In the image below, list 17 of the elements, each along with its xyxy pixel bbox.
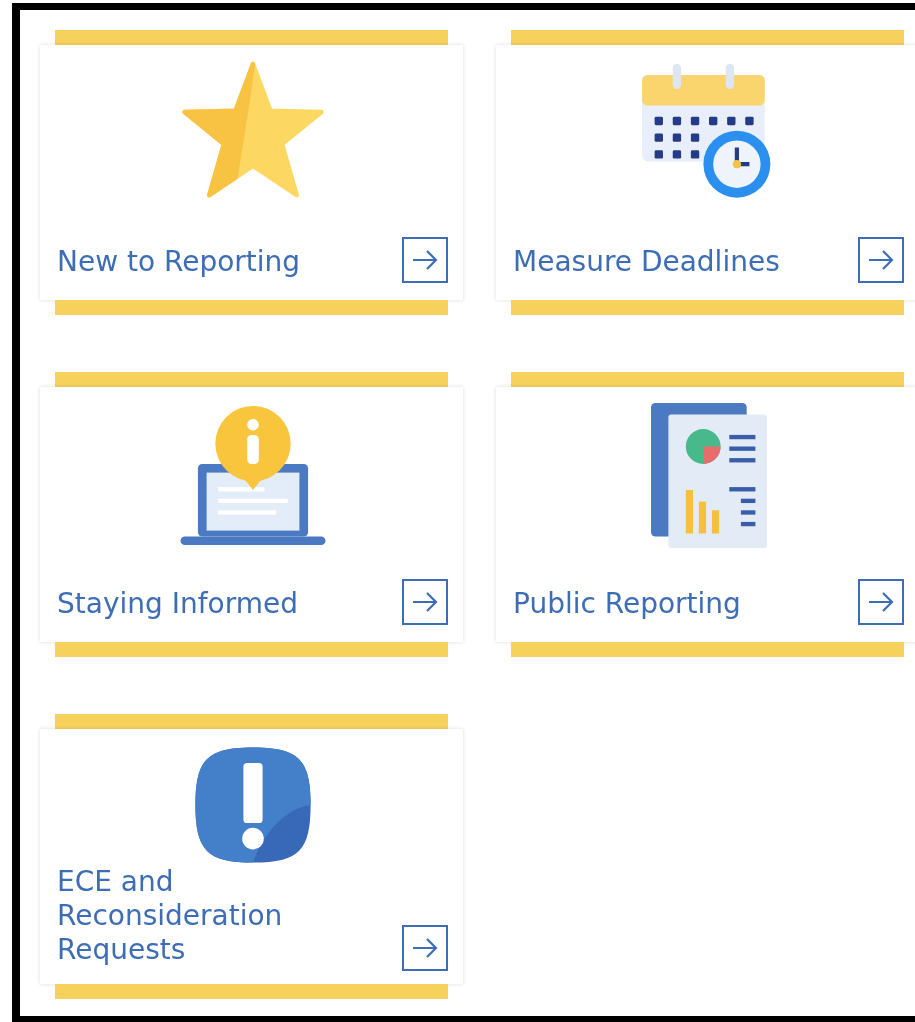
arrow-button[interactable] xyxy=(858,237,904,283)
card-title: New to Reporting xyxy=(57,245,301,279)
card-title: Measure Deadlines xyxy=(513,245,780,279)
arrow-button[interactable] xyxy=(402,925,448,971)
right-arrow-icon xyxy=(412,592,438,612)
right-arrow-icon xyxy=(412,250,438,270)
laptop-info-icon xyxy=(179,403,326,548)
arrow-button[interactable] xyxy=(402,579,448,625)
right-arrow-icon xyxy=(868,250,894,270)
right-arrow-icon xyxy=(868,592,894,612)
report-chart-icon xyxy=(649,403,768,548)
arrow-button[interactable] xyxy=(858,579,904,625)
arrow-button[interactable] xyxy=(402,237,448,283)
card-title: Public Reporting xyxy=(513,587,741,621)
card-title: ECE and Reconsideration Requests xyxy=(57,865,284,967)
card-title: Staying Informed xyxy=(57,587,298,621)
right-arrow-icon xyxy=(412,938,438,958)
